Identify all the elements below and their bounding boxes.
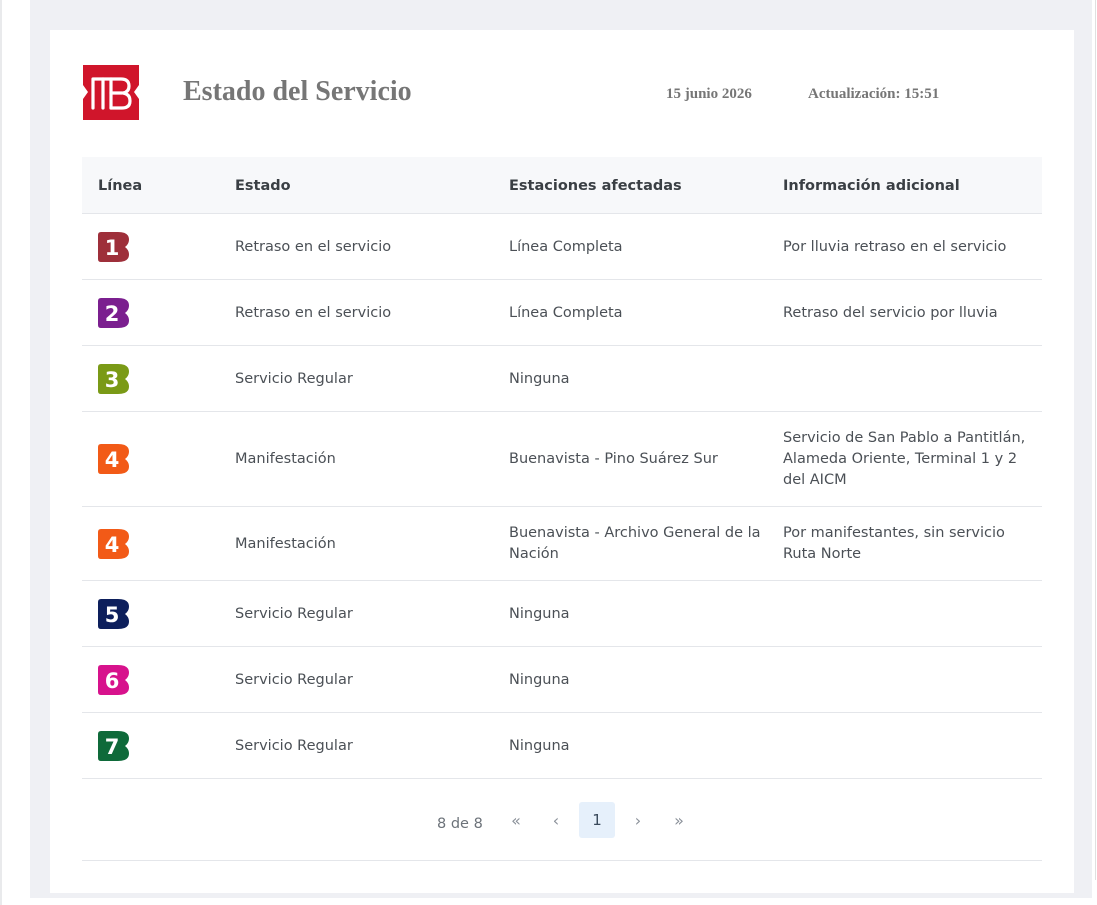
column-header-line: Línea — [98, 178, 143, 194]
table-row: 2 Retraso en el servicio Línea Completa Ret… — [82, 280, 1042, 346]
status-cell: Retraso en el servicio — [235, 305, 392, 321]
status-cell: Servicio Regular — [235, 672, 353, 688]
svg-text:2: 2 — [105, 302, 120, 326]
row-count: 8 de 8 — [437, 816, 483, 832]
stations-cell: Línea Completa — [509, 239, 623, 255]
line-2-badge: 2 — [98, 298, 129, 328]
chevron-left-icon: ‹ — [552, 810, 560, 830]
column-header-stations: Estaciones afectadas — [509, 178, 682, 194]
metrobus-logo — [83, 65, 139, 120]
last-updated: Actualización: 15:51 — [808, 86, 940, 102]
previous-page-button[interactable]: ‹ — [538, 802, 574, 838]
svg-text:7: 7 — [105, 735, 120, 759]
info-cell: Por lluvia retraso en el servicio — [783, 239, 1007, 255]
left-border — [0, 0, 2, 905]
status-cell: Servicio Regular — [235, 371, 353, 387]
svg-text:6: 6 — [105, 669, 120, 693]
stations-cell: Ninguna — [509, 371, 570, 387]
chevrons-left-icon: « — [511, 810, 521, 830]
stations-cell: Línea Completa — [509, 305, 623, 321]
line-7-badge: 7 — [98, 731, 129, 761]
pagination: 8 de 8 « ‹ 1 › » — [82, 786, 1042, 861]
next-page-button[interactable]: › — [620, 802, 656, 838]
status-cell: Manifestación — [235, 451, 336, 467]
table-row: 6 Servicio Regular Ninguna — [82, 647, 1042, 713]
line-4-badge: 4 — [98, 529, 129, 559]
service-status-table: Línea Estado Estaciones afectadas Inform… — [82, 157, 1042, 779]
table-row: 7 Servicio Regular Ninguna — [82, 713, 1042, 779]
stations-cell: Ninguna — [509, 672, 570, 688]
first-page-button[interactable]: « — [498, 802, 534, 838]
page-title: Estado del Servicio — [183, 76, 412, 107]
svg-text:4: 4 — [105, 448, 120, 472]
service-date: 15 junio 2026 — [666, 86, 752, 102]
scroll-divider — [1095, 0, 1096, 880]
status-cell: Servicio Regular — [235, 738, 353, 754]
table-row: 1 Retraso en el servicio Línea Completa Por… — [82, 214, 1042, 280]
stations-cell: Buenavista - Pino Suárez Sur — [509, 451, 718, 467]
table-row: 4 Manifestación Buenavista - Archivo Gener… — [82, 507, 1042, 581]
line-4-badge: 4 — [98, 444, 129, 474]
info-cell: Servicio de San Pablo a Pantitlán, Alame… — [783, 430, 1026, 488]
line-5-badge: 5 — [98, 599, 129, 629]
info-cell: Por manifestantes, sin servicio Ruta Nor… — [783, 525, 1005, 562]
status-cell: Servicio Regular — [235, 606, 353, 622]
info-cell: Retraso del servicio por lluvia — [783, 305, 998, 321]
table-row: 4 Manifestación Buenavista - Pino Suárez S… — [82, 412, 1042, 507]
line-3-badge: 3 — [98, 364, 129, 394]
stations-cell: Ninguna — [509, 738, 570, 754]
line-1-badge: 1 — [98, 232, 129, 262]
chevrons-right-icon: » — [674, 810, 684, 830]
chevron-right-icon: › — [634, 810, 642, 830]
column-header-info: Información adicional — [783, 178, 960, 194]
stations-cell: Buenavista - Archivo General de la Nació… — [509, 525, 761, 562]
table-row: 5 Servicio Regular Ninguna — [82, 581, 1042, 647]
status-cell: Manifestación — [235, 536, 336, 552]
status-cell: Retraso en el servicio — [235, 239, 392, 255]
line-6-badge: 6 — [98, 665, 129, 695]
column-header-status: Estado — [235, 178, 291, 194]
current-page-button[interactable]: 1 — [579, 802, 615, 838]
last-page-button[interactable]: » — [661, 802, 697, 838]
table-header: Línea Estado Estaciones afectadas Inform… — [82, 157, 1042, 214]
svg-text:5: 5 — [105, 603, 120, 627]
stations-cell: Ninguna — [509, 606, 570, 622]
svg-text:3: 3 — [105, 368, 120, 392]
svg-text:1: 1 — [105, 236, 120, 260]
table-row: 3 Servicio Regular Ninguna — [82, 346, 1042, 412]
svg-text:4: 4 — [105, 533, 120, 557]
